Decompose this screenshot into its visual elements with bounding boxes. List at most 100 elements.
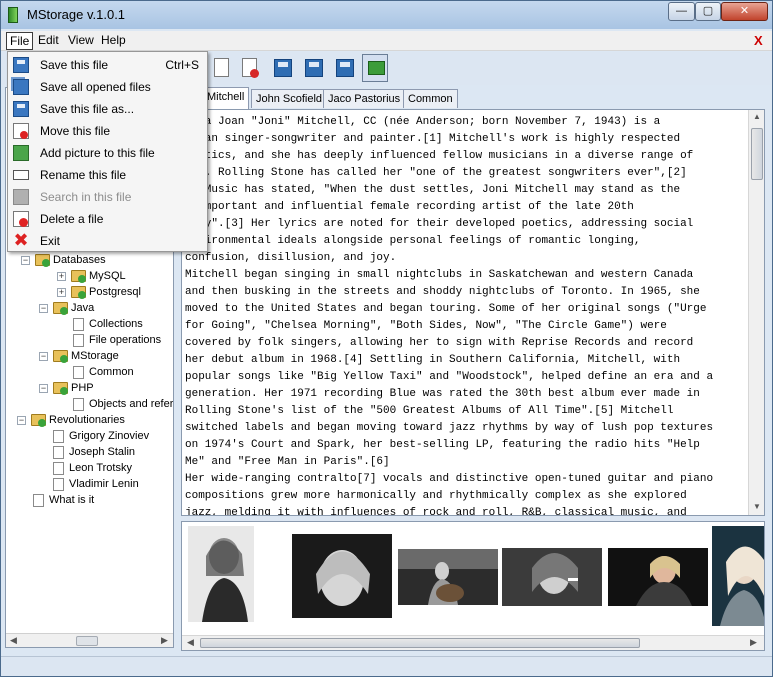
toolbar-add-picture-button[interactable] xyxy=(362,54,388,82)
photo-thumbnail[interactable] xyxy=(608,548,708,606)
tree-node-label: Collections xyxy=(89,318,143,330)
collapse-toggle[interactable]: − xyxy=(39,352,48,361)
article-line: Mitchell began singing in small nightclu… xyxy=(185,269,694,281)
article-line: generation. Her 1971 recording Blue was … xyxy=(185,388,700,400)
toolbar-move-file-button[interactable] xyxy=(209,54,235,82)
save-icon xyxy=(13,57,29,73)
toolbar-save-as-button[interactable] xyxy=(300,54,326,82)
tree-node-label: PHP xyxy=(71,382,94,394)
tree-node-label: MySQL xyxy=(89,270,126,282)
article-line: AllMusic has stated, "When the dust sett… xyxy=(185,184,681,196)
article-line: critics, and she has deeply influenced f… xyxy=(185,150,694,162)
folder-icon xyxy=(35,254,50,267)
menu-item-save-all[interactable]: Save all opened files xyxy=(8,76,207,98)
picture-icon xyxy=(368,61,385,75)
document-icon xyxy=(73,366,84,379)
article-line: jazz, melding it with influences of rock… xyxy=(185,507,687,516)
article-line: tury".[3] Her lyrics are noted for their… xyxy=(185,218,694,230)
tree-node-label: What is it xyxy=(49,494,95,506)
collapse-toggle[interactable]: − xyxy=(39,384,48,393)
exit-icon: ✖ xyxy=(13,230,29,250)
menu-item-save[interactable]: Save this file Ctrl+S xyxy=(8,54,207,76)
menu-item-delete[interactable]: Delete a file xyxy=(8,208,207,230)
tree-node-label: Grigory Zinoviev xyxy=(69,430,150,442)
collapse-toggle[interactable]: − xyxy=(21,256,30,265)
menu-item-label: Rename this file xyxy=(40,168,127,182)
pictures-horizontal-scrollbar[interactable]: ◀ ▶ xyxy=(182,635,764,650)
photo-thumbnail[interactable] xyxy=(502,548,602,606)
folder-icon xyxy=(53,350,68,363)
tree-scroll-thumb[interactable] xyxy=(76,636,98,646)
article-text[interactable]: erta Joan "Joni" Mitchell, CC (née Ander… xyxy=(185,114,750,516)
minimize-button[interactable]: — xyxy=(668,2,695,21)
article-line: adian singer-songwriter and painter.[1] … xyxy=(185,133,681,145)
menu-item-shortcut: Ctrl+S xyxy=(165,58,199,72)
text-scroll-thumb[interactable] xyxy=(751,128,763,180)
expand-toggle[interactable]: + xyxy=(57,288,66,297)
article-line: compositions grew more harmonically and … xyxy=(185,490,687,502)
tree-node-label: Java xyxy=(71,302,95,314)
tree-node-label: File operations xyxy=(89,334,162,346)
application-window: MStorage v.1.0.1 — ▢ ✕ File Edit View He… xyxy=(0,0,773,677)
article-line: and then busking in the streets and shod… xyxy=(185,286,700,298)
menu-bar: File Edit View Help X xyxy=(1,31,772,51)
menu-item-rename[interactable]: Rename this file xyxy=(8,164,207,186)
folder-icon xyxy=(71,286,86,299)
toolbar-save-all-button[interactable] xyxy=(331,54,357,82)
file-menu-dropdown: Save this file Ctrl+S Save all opened fi… xyxy=(7,51,208,252)
photo-thumbnail[interactable] xyxy=(712,526,765,626)
picture-strip[interactable]: ◀ ▶ xyxy=(181,521,765,651)
photo-thumbnail[interactable] xyxy=(188,526,254,622)
document-icon xyxy=(73,398,84,411)
close-window-button[interactable]: ✕ xyxy=(721,2,768,21)
document-icon xyxy=(73,334,84,347)
save-all-icon xyxy=(13,79,29,95)
tab-common[interactable]: Common xyxy=(403,89,458,108)
menu-item-exit[interactable]: ✖ Exit xyxy=(8,230,207,252)
document-text-area[interactable]: erta Joan "Joni" Mitchell, CC (née Ander… xyxy=(181,109,765,516)
folder-icon xyxy=(31,414,46,427)
photo-thumbnail[interactable] xyxy=(398,549,498,605)
text-vertical-scrollbar[interactable]: ▲ ▼ xyxy=(748,110,764,515)
article-line: her debut album in 1968.[4] Settling in … xyxy=(185,354,681,366)
menu-item-save-as[interactable]: Save this file as... xyxy=(8,98,207,120)
menu-file[interactable]: File xyxy=(6,32,34,50)
menu-help[interactable]: Help xyxy=(98,32,129,50)
save-as-icon xyxy=(13,101,29,117)
tree-node-label: Leon Trotsky xyxy=(69,462,132,474)
menu-view[interactable]: View xyxy=(65,32,97,50)
toolbar-save-button[interactable] xyxy=(269,54,295,82)
collapse-toggle[interactable]: − xyxy=(39,304,48,313)
save-icon xyxy=(274,59,292,77)
photo-thumbnail[interactable] xyxy=(292,534,392,618)
menu-item-move-file[interactable]: Move this file xyxy=(8,120,207,142)
article-line: on 1974's Court and Spark, her best-sell… xyxy=(185,439,700,451)
title-bar[interactable]: MStorage v.1.0.1 — ▢ ✕ xyxy=(1,1,772,29)
tree-node-label: MStorage xyxy=(71,350,119,362)
tree-node-label: Vladimir Lenin xyxy=(69,478,139,490)
collapse-toggle[interactable]: − xyxy=(17,416,26,425)
article-line: res. Rolling Stone has called her "one o… xyxy=(185,167,687,179)
app-icon xyxy=(8,7,18,23)
tab-jaco-pastorius[interactable]: Jaco Pastorius xyxy=(323,89,406,108)
menu-edit[interactable]: Edit xyxy=(35,32,62,50)
maximize-button[interactable]: ▢ xyxy=(695,2,721,21)
pictures-scroll-thumb[interactable] xyxy=(200,638,640,648)
menu-item-label: Exit xyxy=(40,234,61,248)
close-document-button[interactable]: X xyxy=(754,33,763,48)
tab-john-scofield[interactable]: John Scofield xyxy=(251,89,328,108)
delete-file-icon xyxy=(13,211,29,227)
tree-horizontal-scrollbar[interactable]: ◀ ▶ xyxy=(6,633,173,647)
article-line: confusion, disillusion, and joy. xyxy=(185,252,397,264)
menu-item-add-picture[interactable]: Add picture to this file xyxy=(8,142,207,164)
article-line: t important and influential female recor… xyxy=(185,201,634,213)
document-icon xyxy=(53,446,64,459)
tab-mitchell[interactable]: Mitchell xyxy=(202,87,250,109)
toolbar-delete-file-button[interactable] xyxy=(237,54,263,82)
menu-item-label: Save this file as... xyxy=(40,102,135,116)
article-line: erta Joan "Joni" Mitchell, CC (née Ander… xyxy=(185,116,661,128)
rename-icon xyxy=(13,170,29,180)
tree-node-label: Databases xyxy=(53,254,106,266)
save-as-icon xyxy=(305,59,323,77)
expand-toggle[interactable]: + xyxy=(57,272,66,281)
